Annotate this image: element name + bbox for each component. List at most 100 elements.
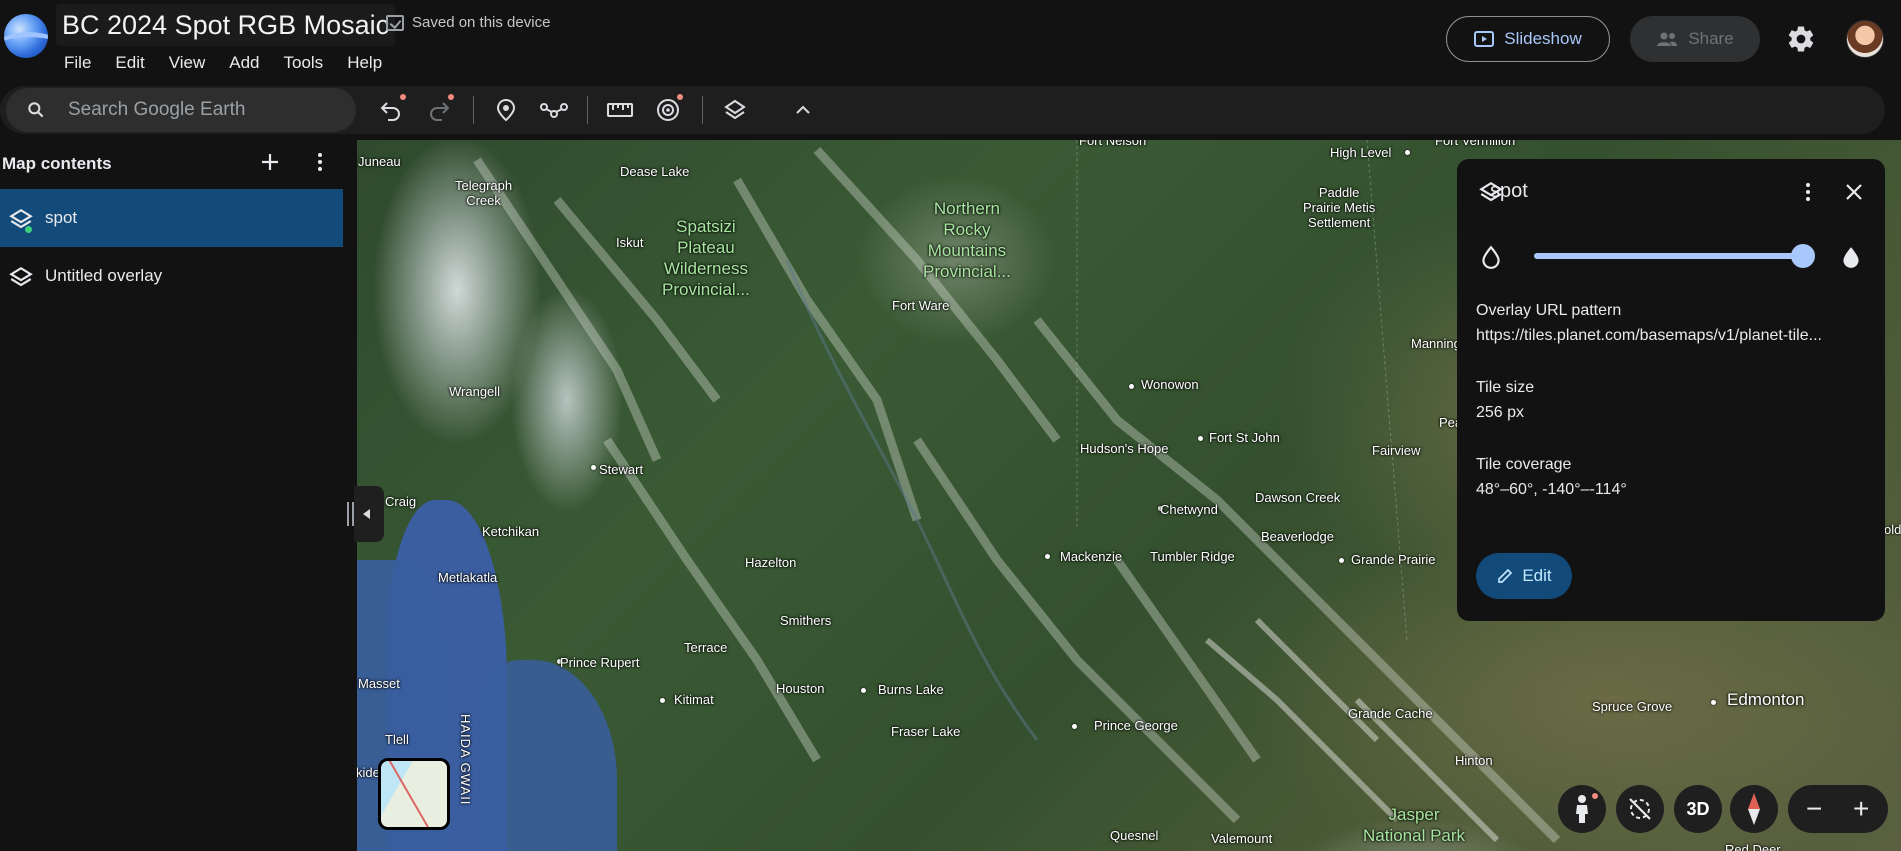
layers-button[interactable] [719,94,751,126]
reset-tilt-button[interactable] [1616,785,1664,833]
placemark-icon [496,98,516,122]
map-label: old [1884,522,1901,537]
people-icon [1657,32,1678,46]
notification-dot [677,94,683,100]
zoom-in-button[interactable]: + [1853,795,1869,823]
opacity-low-icon [1482,245,1500,269]
map-label: Terrace [684,640,728,655]
map-label: Wrangell [449,384,501,399]
collapse-toolbar-button[interactable] [787,94,819,126]
town-marker [591,465,596,470]
chevron-up-icon [796,105,810,114]
search-input[interactable]: Search Google Earth [6,88,356,132]
capture-button[interactable] [652,94,684,126]
map-label: Wonowon [1141,377,1199,392]
map-label: Metlakatla [438,570,498,585]
menu-tools[interactable]: Tools [272,52,336,74]
map-label: Smithers [780,613,832,628]
opacity-slider-fill [1534,253,1803,259]
map-label: Prince George [1094,718,1178,733]
sidebar-title: Map contents [2,154,112,173]
map-label: Beaverlodge [1261,529,1334,544]
add-placemark-button[interactable] [490,94,522,126]
map-label: Dease Lake [620,164,690,179]
map-label: Fort St John [1209,430,1280,445]
tile-size-label: Tile size [1476,379,1535,396]
opacity-slider-handle[interactable] [1790,244,1815,268]
town-marker [1339,558,1344,563]
panel-title: spot [1490,180,1528,203]
map-label: Iskut [616,235,644,250]
menu-file[interactable]: File [52,52,103,74]
compass-button[interactable] [1730,785,1778,833]
minimap[interactable] [378,758,450,830]
map-label: Red Deer [1725,842,1781,851]
map-label: Juneau [358,154,401,169]
sidebar-item-label: Untitled overlay [45,266,163,285]
laptop-check-icon [386,14,404,31]
park-label: Spatsizi Plateau Wilderness Provincial..… [662,217,750,299]
view-mode-toggle[interactable]: 3D [1674,785,1722,833]
redo-icon [430,102,450,121]
measure-button[interactable] [604,94,636,126]
street-view-button[interactable] [1558,785,1606,833]
draw-path-button[interactable] [538,94,570,126]
map-label: Fort Nelson [1079,140,1147,148]
gear-icon[interactable] [1786,24,1816,54]
url-pattern-value: https://tiles.planet.com/basemaps/v1/pla… [1476,327,1822,344]
search-icon [28,102,44,118]
map-label: Hazelton [745,555,797,570]
map-label: Fraser Lake [891,724,961,739]
map-label: Ketchikan [482,524,540,539]
slideshow-button[interactable]: Slideshow [1446,16,1610,62]
collapse-sidebar-button[interactable] [347,486,384,542]
town-marker [861,688,866,693]
map-label: Houston [776,681,825,696]
layers-icon [724,99,746,120]
edit-button[interactable]: Edit [1476,553,1572,599]
map-label: Dawson Creek [1255,490,1341,505]
zoom-out-button[interactable]: − [1806,795,1822,823]
menu-edit[interactable]: Edit [103,52,156,74]
menu-view[interactable]: View [157,52,218,74]
map-label: Prince Rupert [560,655,640,670]
map-label: Kitimat [674,692,714,707]
map-label: High Level [1330,145,1392,160]
notification-dot [400,94,406,100]
park-label: Northern Rocky Mountains Provincial... [923,199,1011,281]
search-placeholder: Search Google Earth [68,99,246,120]
redo-button[interactable] [423,94,455,126]
zoom-controls: − + [1788,785,1888,833]
add-icon[interactable] [258,150,282,174]
opacity-slider[interactable] [1534,244,1815,268]
map-label: Fairview [1372,443,1421,458]
more-vert-icon[interactable] [1796,180,1820,204]
menu-help[interactable]: Help [335,52,394,74]
map-label: Telegraph Creek [455,178,513,208]
more-vert-icon[interactable] [308,150,332,174]
share-label: Share [1688,29,1734,48]
menu-add[interactable]: Add [217,52,271,74]
close-icon[interactable] [1842,180,1866,204]
sidebar-item-untitled-overlay[interactable]: Untitled overlay [0,247,343,305]
capture-icon [657,99,679,121]
sidebar-item-spot[interactable]: spot [0,189,343,247]
share-button[interactable]: Share [1630,16,1760,62]
document-title[interactable]: BC 2024 Spot RGB Mosaic [56,4,396,46]
toolbar-divider [702,96,703,124]
map-label: Mackenzie [1060,549,1123,564]
map-label: Quesnel [1110,828,1159,843]
user-avatar[interactable] [1846,20,1884,58]
map-label: Craig [385,494,417,509]
undo-button[interactable] [375,94,407,126]
slideshow-label: Slideshow [1504,29,1582,48]
google-earth-logo[interactable] [4,14,48,58]
pegman-icon [1576,795,1588,823]
url-pattern-label: Overlay URL pattern [1476,302,1622,319]
tile-size-value: 256 px [1476,404,1525,421]
map-label: Chetwynd [1160,502,1218,517]
map-label: Tumbler Ridge [1150,549,1235,564]
map-label: Grande Prairie [1351,552,1436,567]
map-label: Spruce Grove [1592,699,1673,714]
map-label: kide [357,765,380,780]
